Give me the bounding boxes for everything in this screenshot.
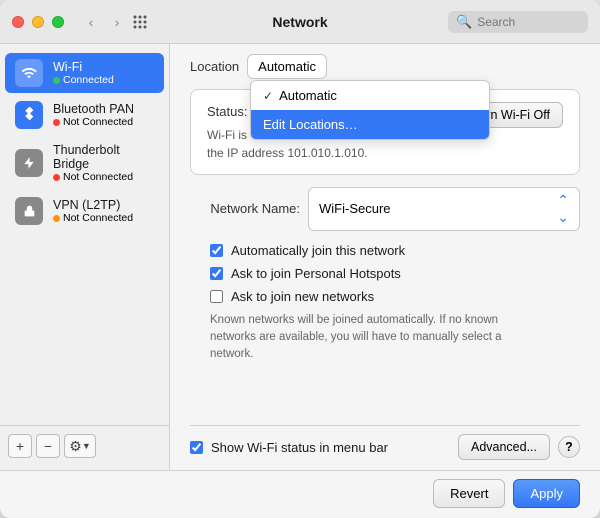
nav-buttons: ‹ › [80, 11, 128, 33]
chevron-down-icon: ▼ [82, 441, 91, 451]
sidebar-bottom: + − ⚙ ▼ [0, 425, 169, 462]
network-name-row: Network Name: WiFi-Secure ⌃⌄ [190, 187, 580, 231]
thunderbolt-icon [15, 149, 43, 177]
bottom-bar: Show Wi-Fi status in menu bar Advanced..… [190, 425, 580, 460]
wifi-icon [15, 59, 43, 87]
sidebar: Wi-Fi Connected Bluetooth PAN [0, 44, 170, 470]
location-dropdown-value: Automatic [258, 59, 316, 74]
location-dropdown-menu: ✓ Automatic Edit Locations… [250, 80, 490, 140]
bluetooth-item-name: Bluetooth PAN [53, 102, 134, 116]
new-networks-row: Ask to join new networks [190, 289, 580, 304]
remove-network-button[interactable]: − [36, 434, 60, 458]
vpn-item-text: VPN (L2TP) Not Connected [53, 198, 133, 224]
vpn-status-dot [53, 215, 60, 222]
show-wifi-label: Show Wi-Fi status in menu bar [211, 440, 388, 455]
wifi-item-text: Wi-Fi Connected [53, 60, 114, 86]
right-panel: Location Automatic ✓ Automatic Edit Loca… [170, 44, 600, 470]
bluetooth-item-status: Not Connected [53, 116, 134, 128]
vpn-item-name: VPN (L2TP) [53, 198, 133, 212]
personal-hotspot-row: Ask to join Personal Hotspots [190, 266, 580, 281]
new-networks-checkbox[interactable] [210, 290, 223, 303]
vpn-status-text: Not Connected [63, 212, 133, 224]
title-bar: ‹ › Network 🔍 [0, 0, 600, 44]
sidebar-item-vpn[interactable]: VPN (L2TP) Not Connected [5, 191, 164, 231]
network-name-dropdown[interactable]: WiFi-Secure ⌃⌄ [308, 187, 580, 231]
wifi-status-dot [53, 77, 60, 84]
help-button[interactable]: ? [558, 436, 580, 458]
wifi-item-name: Wi-Fi [53, 60, 114, 74]
grid-button[interactable] [132, 14, 148, 30]
thunderbolt-item-text: Thunderbolt Bridge Not Connected [53, 143, 154, 183]
helper-text: Known networks will be joined automatica… [190, 312, 530, 364]
wifi-status-text: Connected [63, 74, 114, 86]
search-box[interactable]: 🔍 [448, 11, 588, 33]
thunderbolt-item-status: Not Connected [53, 171, 154, 183]
gear-icon: ⚙ [69, 438, 82, 455]
apply-button[interactable]: Apply [513, 479, 580, 508]
network-name-value: WiFi-Secure [319, 201, 391, 216]
back-button[interactable]: ‹ [80, 11, 102, 33]
forward-button[interactable]: › [106, 11, 128, 33]
bluetooth-status-dot [53, 119, 60, 126]
auto-join-label: Automatically join this network [231, 243, 405, 258]
bluetooth-item-text: Bluetooth PAN Not Connected [53, 102, 134, 128]
thunderbolt-status-text: Not Connected [63, 171, 133, 183]
sidebar-item-thunderbolt[interactable]: Thunderbolt Bridge Not Connected [5, 137, 164, 189]
thunderbolt-status-dot [53, 174, 60, 181]
location-label: Location [190, 59, 239, 74]
bottom-right-buttons: Advanced... ? [458, 434, 580, 460]
advanced-button[interactable]: Advanced... [458, 434, 550, 460]
dropdown-item-automatic[interactable]: ✓ Automatic [251, 81, 489, 110]
main-content: Wi-Fi Connected Bluetooth PAN [0, 44, 600, 470]
sidebar-item-wifi[interactable]: Wi-Fi Connected [5, 53, 164, 93]
minimize-button[interactable] [32, 16, 44, 28]
footer: Revert Apply [0, 470, 600, 518]
location-row: Location Automatic ✓ Automatic Edit Loca… [190, 54, 580, 79]
close-button[interactable] [12, 16, 24, 28]
dropdown-item-edit-label: Edit Locations… [263, 117, 358, 132]
select-arrow-icon: ⌃⌄ [557, 192, 569, 226]
network-name-label: Network Name: [190, 201, 300, 216]
wifi-item-status: Connected [53, 74, 114, 86]
thunderbolt-item-name: Thunderbolt Bridge [53, 143, 154, 171]
maximize-button[interactable] [52, 16, 64, 28]
bluetooth-icon [15, 101, 43, 129]
personal-hotspot-label: Ask to join Personal Hotspots [231, 266, 401, 281]
search-input[interactable] [477, 15, 577, 29]
network-window: ‹ › Network 🔍 [0, 0, 600, 518]
dropdown-item-edit[interactable]: Edit Locations… [251, 110, 489, 139]
vpn-icon [15, 197, 43, 225]
new-networks-label: Ask to join new networks [231, 289, 374, 304]
location-dropdown[interactable]: Automatic [247, 54, 327, 79]
show-wifi-checkbox[interactable] [190, 441, 203, 454]
checkmark-icon: ✓ [263, 89, 273, 103]
show-wifi-row: Show Wi-Fi status in menu bar [190, 440, 388, 455]
add-network-button[interactable]: + [8, 434, 32, 458]
auto-join-checkbox[interactable] [210, 244, 223, 257]
bluetooth-status-text: Not Connected [63, 116, 133, 128]
vpn-item-status: Not Connected [53, 212, 133, 224]
dropdown-item-automatic-label: Automatic [279, 88, 337, 103]
sidebar-item-bluetooth[interactable]: Bluetooth PAN Not Connected [5, 95, 164, 135]
revert-button[interactable]: Revert [433, 479, 505, 508]
more-options-button[interactable]: ⚙ ▼ [64, 434, 96, 458]
auto-join-row: Automatically join this network [190, 243, 580, 258]
window-title: Network [272, 14, 327, 30]
search-icon: 🔍 [456, 14, 472, 30]
traffic-lights [12, 16, 64, 28]
personal-hotspot-checkbox[interactable] [210, 267, 223, 280]
status-label: Status: [207, 104, 247, 119]
